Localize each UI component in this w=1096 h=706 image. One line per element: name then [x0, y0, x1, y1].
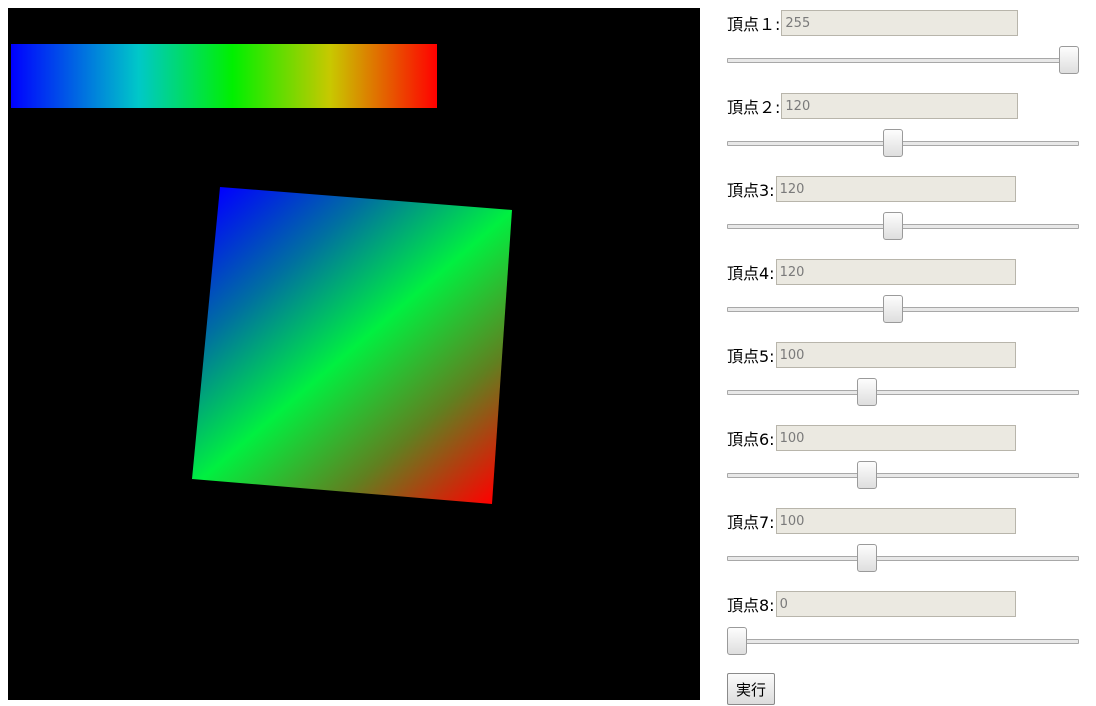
vertex-slider[interactable] — [727, 544, 1079, 572]
slider-thumb[interactable] — [883, 129, 904, 157]
vertex-label: 頂点5: — [727, 347, 775, 366]
render-canvas — [8, 8, 700, 700]
vertex-label: 頂点3: — [727, 181, 775, 200]
slider-track — [727, 390, 1079, 395]
vertex-slider[interactable] — [727, 461, 1079, 489]
vertex-value-field[interactable] — [775, 425, 1016, 451]
vertex-slider[interactable] — [727, 627, 1079, 655]
vertex-row-4: 頂点4: — [727, 257, 1087, 340]
vertex-control-panel: 頂点１: 頂点２: 頂点3: 頂点4: — [727, 8, 1087, 705]
slider-thumb[interactable] — [857, 461, 878, 489]
vertex-row-5: 頂点5: — [727, 340, 1087, 423]
slider-track — [727, 556, 1079, 561]
vertex-label: 頂点１: — [727, 15, 781, 34]
vertex-label: 頂点8: — [727, 596, 775, 615]
quad-shape — [192, 187, 512, 504]
vertex-slider[interactable] — [727, 46, 1079, 74]
slider-thumb[interactable] — [857, 544, 878, 572]
vertex-row-2: 頂点２: — [727, 91, 1087, 174]
vertex-row-6: 頂点6: — [727, 423, 1087, 506]
vertex-slider[interactable] — [727, 295, 1079, 323]
slider-thumb[interactable] — [883, 212, 904, 240]
vertex-slider[interactable] — [727, 129, 1079, 157]
vertex-label: 頂点２: — [727, 98, 781, 117]
vertex-label: 頂点4: — [727, 264, 775, 283]
gradient-quad — [192, 187, 512, 504]
vertex-label: 頂点7: — [727, 513, 775, 532]
vertex-value-field[interactable] — [775, 591, 1016, 617]
vertex-value-field[interactable] — [781, 93, 1019, 119]
vertex-value-field[interactable] — [775, 342, 1016, 368]
slider-thumb[interactable] — [1059, 46, 1079, 74]
vertex-row-8: 頂点8: — [727, 589, 1087, 672]
vertex-value-field[interactable] — [775, 176, 1016, 202]
vertex-value-field[interactable] — [775, 508, 1016, 534]
slider-thumb[interactable] — [857, 378, 878, 406]
vertex-row-3: 頂点3: — [727, 174, 1087, 257]
vertex-row-1: 頂点１: — [727, 8, 1087, 91]
slider-track — [727, 639, 1079, 644]
slider-thumb[interactable] — [883, 295, 904, 323]
vertex-slider[interactable] — [727, 212, 1079, 240]
vertex-slider[interactable] — [727, 378, 1079, 406]
slider-track — [727, 58, 1079, 63]
run-button[interactable]: 実行 — [727, 673, 776, 705]
vertex-label: 頂点6: — [727, 430, 775, 449]
vertex-row-7: 頂点7: — [727, 506, 1087, 589]
vertex-value-field[interactable] — [775, 259, 1016, 285]
slider-thumb[interactable] — [727, 627, 747, 655]
slider-track — [727, 473, 1079, 478]
vertex-value-field[interactable] — [781, 10, 1019, 36]
